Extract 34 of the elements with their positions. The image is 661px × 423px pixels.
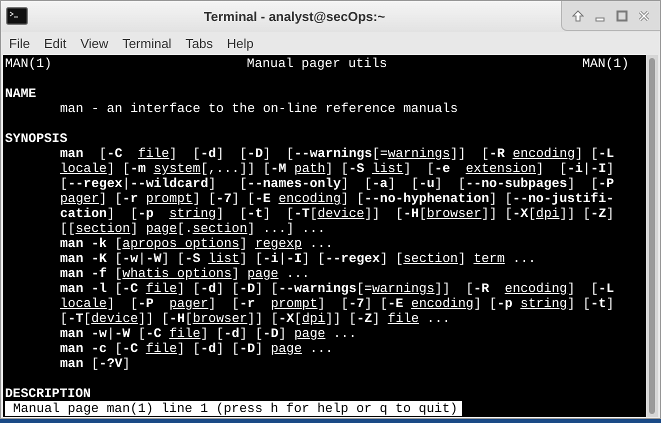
menu-item[interactable]: File [5,34,34,54]
close-icon[interactable] [638,10,650,22]
menu-item[interactable]: View [76,34,112,54]
man-text-line: locale] [-P pager] [-r prompt] [-7] [-E encoding] [-p string] [-t] [59,296,616,311]
man-text-line: man [-?V] [59,356,132,371]
menu-item[interactable]: Tabs [181,34,217,54]
man-text-line: man -f [whatis options] page ... [59,266,311,281]
man-text-line: cation] [-p string] [-t] [-T[device]] [-H[browser]] [-X[dpi]] [-Z] [59,206,616,221]
man-header: MAN(1) [5,56,52,71]
man-text-line: man - an interface to the on-line reference manuals [59,101,459,116]
menu-item[interactable]: Help [222,34,258,54]
man-header-title: Manual pager utils [246,56,388,71]
man-text-line: man -c [-C file] [-d] [-D] page ... [59,341,334,356]
man-text-line: locale] [-m system[,...]] [-M path] [-S list] [-e extension] [-i|-I] [59,161,616,176]
scrollbar-thumb[interactable] [649,58,655,414]
window-title: Terminal - analyst@secOps:~ [204,8,386,26]
man-header: MAN(1) [582,56,629,71]
section-heading: NAME [5,86,38,101]
maximize-icon[interactable] [616,10,628,22]
man-text-line: man -K [-w|-W] [-S list] [-i|-I] [--regex] [section] term ... [59,251,537,266]
section-heading: SYNOPSIS [5,131,68,146]
man-text-line: [[section] page[.section] ...] ... [59,221,326,236]
menu-item[interactable]: Edit [40,34,70,54]
man-text-line: man -k [apropos options] regexp ... [59,236,334,251]
menu-item[interactable]: Terminal [118,34,176,54]
man-text-line: man -l [-C file] [-d] [-D] [--warnings[=warnings]] [-R encoding] [-L [59,281,616,296]
man-text-line: man [-C file] [-d] [-D] [--warnings[=warnings]] [-R encoding] [-L [59,146,616,161]
arrow-up-icon[interactable] [572,10,584,22]
man-text-line: man -w|-W [-C file] [-d] [-D] page ... [59,326,358,341]
section-heading: DESCRIPTION [5,386,92,401]
man-text-line: [--regex|--wildcard] [--names-only] [-a] [-u] [--no-subpages] [-P [59,176,616,191]
man-text-line: pager] [-r prompt] [-7] [-E encoding] [--no-hyphenation] [--no-justifi- [59,191,615,206]
terminal-icon [6,7,28,26]
man-text-line: [-T[device]] [-H[browser]] [-X[dpi]] [-Z] file ... [59,311,452,326]
